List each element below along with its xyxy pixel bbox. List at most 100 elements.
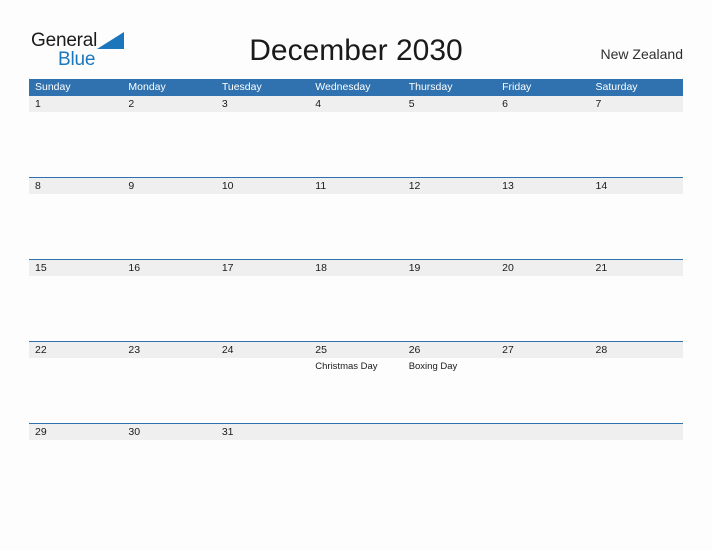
day-cell[interactable] xyxy=(309,424,402,505)
day-number: 17 xyxy=(221,262,234,274)
day-cell[interactable]: 1 xyxy=(29,96,122,177)
day-event xyxy=(29,276,122,278)
day-cell[interactable]: 9 xyxy=(122,178,215,259)
day-number: 11 xyxy=(315,180,327,192)
day-event: Christmas Day xyxy=(315,361,378,372)
day-cell[interactable]: 3 xyxy=(216,96,309,177)
day-number: 30 xyxy=(128,426,141,438)
day-number: 16 xyxy=(128,262,141,274)
day-event xyxy=(122,194,215,196)
day-number: 13 xyxy=(502,180,514,192)
day-cell[interactable]: 14 xyxy=(590,178,683,259)
week-row: 1 2 3 4 5 6 7 xyxy=(29,96,683,177)
day-event xyxy=(309,276,402,278)
day-event xyxy=(590,358,683,360)
day-event xyxy=(122,276,215,278)
day-cell[interactable]: 15 xyxy=(29,260,122,341)
day-cell[interactable]: 13 xyxy=(496,178,589,259)
weekday-header-thursday: Thursday xyxy=(408,81,453,93)
day-event xyxy=(216,112,309,114)
day-event xyxy=(216,440,309,442)
day-number: 10 xyxy=(221,180,234,192)
day-cell[interactable] xyxy=(403,424,496,505)
day-cell[interactable]: 11 xyxy=(309,178,402,259)
day-cell[interactable]: 30 xyxy=(122,424,215,505)
region-label: New Zealand xyxy=(600,46,684,62)
day-number: 14 xyxy=(595,180,608,192)
day-event xyxy=(403,276,496,278)
day-cell[interactable] xyxy=(590,424,683,505)
day-event xyxy=(496,276,589,278)
weekday-header-tuesday: Tuesday xyxy=(221,81,262,93)
day-cell[interactable]: 6 xyxy=(496,96,589,177)
day-cell[interactable]: 19 xyxy=(403,260,496,341)
day-event xyxy=(590,424,683,426)
day-event xyxy=(122,112,215,114)
day-number: 6 xyxy=(502,98,508,110)
day-event xyxy=(29,440,122,442)
day-number: 2 xyxy=(128,98,135,110)
day-cell[interactable]: 12 xyxy=(403,178,496,259)
day-cell[interactable]: 16 xyxy=(122,260,215,341)
day-event xyxy=(496,112,589,114)
day-number: 25 xyxy=(315,344,327,356)
day-cell[interactable]: 31 xyxy=(216,424,309,505)
day-cell[interactable]: 29 xyxy=(29,424,122,505)
day-cell[interactable]: 27 xyxy=(496,342,589,423)
day-cell[interactable]: 24 xyxy=(216,342,309,423)
day-cell[interactable] xyxy=(496,424,589,505)
weekday-header-row: Sunday Monday Tuesday Wednesday Thursday… xyxy=(29,79,683,96)
day-number: 31 xyxy=(221,426,234,438)
day-number: 28 xyxy=(595,344,608,356)
day-cell[interactable]: 4 xyxy=(309,96,402,177)
day-cell[interactable]: 23 xyxy=(122,342,215,423)
day-event xyxy=(29,194,122,196)
day-cell[interactable]: 21 xyxy=(590,260,683,341)
day-event: Boxing Day xyxy=(408,361,458,372)
calendar-page: General Blue December 2030 New Zealand S… xyxy=(0,0,712,550)
day-number: 7 xyxy=(595,98,602,110)
day-number: 12 xyxy=(408,180,421,192)
week-row: 29 30 31 xyxy=(29,423,683,505)
day-event xyxy=(309,112,402,114)
day-event xyxy=(590,276,683,278)
day-cell[interactable]: 26 Boxing Day xyxy=(403,342,496,423)
day-cell[interactable]: 25 Christmas Day xyxy=(309,342,402,423)
day-event xyxy=(403,112,496,114)
day-number: 3 xyxy=(221,98,228,110)
week-row: 15 16 17 18 19 20 21 xyxy=(29,259,683,341)
day-event xyxy=(122,358,215,360)
day-number: 26 xyxy=(408,344,421,356)
day-number: 20 xyxy=(502,262,514,274)
day-number: 8 xyxy=(35,180,41,192)
day-cell[interactable]: 18 xyxy=(309,260,402,341)
day-cell[interactable]: 10 xyxy=(216,178,309,259)
day-number: 5 xyxy=(408,98,415,110)
day-event xyxy=(496,424,589,426)
day-event xyxy=(29,112,122,114)
calendar-grid: Sunday Monday Tuesday Wednesday Thursday… xyxy=(29,79,683,505)
day-number: 29 xyxy=(35,426,47,438)
weekday-header-wednesday: Wednesday xyxy=(315,81,371,93)
day-cell[interactable]: 5 xyxy=(403,96,496,177)
day-cell[interactable]: 17 xyxy=(216,260,309,341)
day-event xyxy=(29,358,122,360)
day-number: 19 xyxy=(408,262,421,274)
day-number: 4 xyxy=(315,98,322,110)
day-cell[interactable]: 20 xyxy=(496,260,589,341)
day-number: 15 xyxy=(35,262,47,274)
weekday-header-friday: Friday xyxy=(502,81,532,93)
day-event xyxy=(309,194,402,196)
day-event xyxy=(590,112,683,114)
day-event xyxy=(122,440,215,442)
day-cell[interactable]: 2 xyxy=(122,96,215,177)
day-cell[interactable]: 7 xyxy=(590,96,683,177)
day-cell[interactable]: 28 xyxy=(590,342,683,423)
day-number: 18 xyxy=(315,262,327,274)
day-cell[interactable]: 8 xyxy=(29,178,122,259)
day-number: 21 xyxy=(595,262,608,274)
day-event xyxy=(403,424,496,426)
day-cell[interactable]: 22 xyxy=(29,342,122,423)
day-number: 9 xyxy=(128,180,135,192)
day-number: 24 xyxy=(221,344,234,356)
